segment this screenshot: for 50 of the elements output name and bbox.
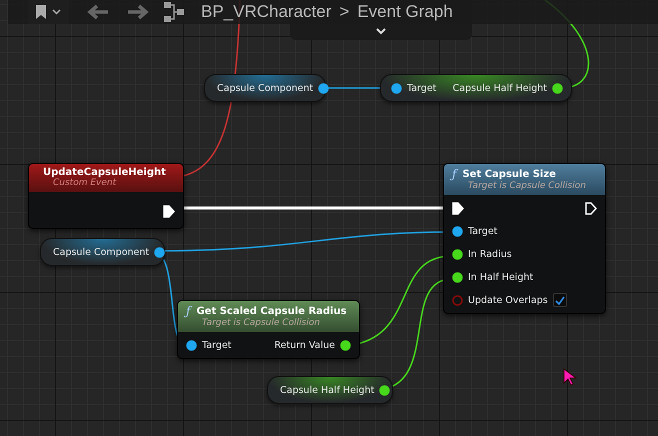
pin-label: Capsule Half Height (452, 82, 547, 94)
pin-icon[interactable] (318, 82, 330, 94)
node-title: Capsule Half Height (280, 384, 374, 396)
pin-icon[interactable] (552, 82, 563, 94)
pin-icon[interactable] (379, 384, 390, 396)
function-node[interactable]: ƒ Set Capsule Size Target is Capsule Collision Target In Radius In Half Height Update Overlaps (443, 163, 606, 314)
pin-icon[interactable] (154, 246, 166, 258)
function-icon: ƒ (452, 167, 456, 181)
pin-label: Update Overlaps (468, 294, 548, 306)
pin-icon[interactable] (186, 340, 197, 350)
breadcrumb-item[interactable]: BP_VRCharacter (201, 2, 332, 22)
exec-pin-icon[interactable] (163, 204, 175, 218)
node-title: UpdateCapsuleHeight (43, 167, 166, 178)
graph-icon[interactable] (163, 1, 187, 23)
pin-label: Target (468, 226, 498, 236)
node-title: Get Scaled Capsule Radius (196, 306, 347, 316)
pin-label: In Half Height (468, 272, 534, 282)
exec-pin-icon[interactable] (452, 202, 464, 214)
cursor-icon (563, 368, 577, 386)
variable-node[interactable]: Capsule Half Height (267, 376, 393, 404)
breadcrumb-separator: > (339, 2, 350, 22)
pin-icon[interactable] (340, 340, 351, 350)
forward-arrow-icon[interactable] (127, 4, 149, 20)
checkbox[interactable] (552, 293, 567, 307)
getter-node[interactable]: Target Capsule Half Height (380, 74, 572, 102)
node-title: Capsule Component (53, 246, 150, 258)
chevron-icon[interactable] (376, 28, 386, 35)
back-arrow-icon[interactable] (87, 4, 109, 20)
pin-icon[interactable] (391, 82, 402, 94)
pin-label: Target (407, 82, 436, 94)
pin-icon[interactable] (452, 226, 463, 236)
function-node[interactable]: ƒ Get Scaled Capsule Radius Target is Capsule Collision Target Return Value (177, 300, 360, 359)
pin-icon[interactable] (452, 272, 463, 282)
caret-icon (52, 9, 61, 15)
pin-label: In Radius (468, 248, 512, 260)
node-subtitle: Custom Event (52, 178, 118, 188)
node-subtitle: Target is Capsule Collision (201, 318, 321, 328)
variable-node[interactable]: Capsule Component (40, 238, 165, 266)
exec-pin-icon[interactable] (585, 202, 597, 214)
variable-node[interactable]: Capsule Component (204, 74, 326, 102)
pin-label: Return Value (274, 340, 335, 350)
bookmark-icon (36, 5, 46, 19)
function-node[interactable]: UpdateCapsuleHeight Custom Event (28, 163, 184, 229)
breadcrumb-item[interactable]: Event Graph (357, 2, 453, 22)
pin-label: Target (202, 340, 232, 350)
function-icon: ƒ (186, 304, 190, 318)
node-subtitle: Target is Capsule Collision (467, 181, 587, 191)
pin-icon[interactable] (452, 248, 463, 260)
node-title: Capsule Component (217, 82, 314, 94)
node-title: Set Capsule Size (462, 168, 556, 180)
